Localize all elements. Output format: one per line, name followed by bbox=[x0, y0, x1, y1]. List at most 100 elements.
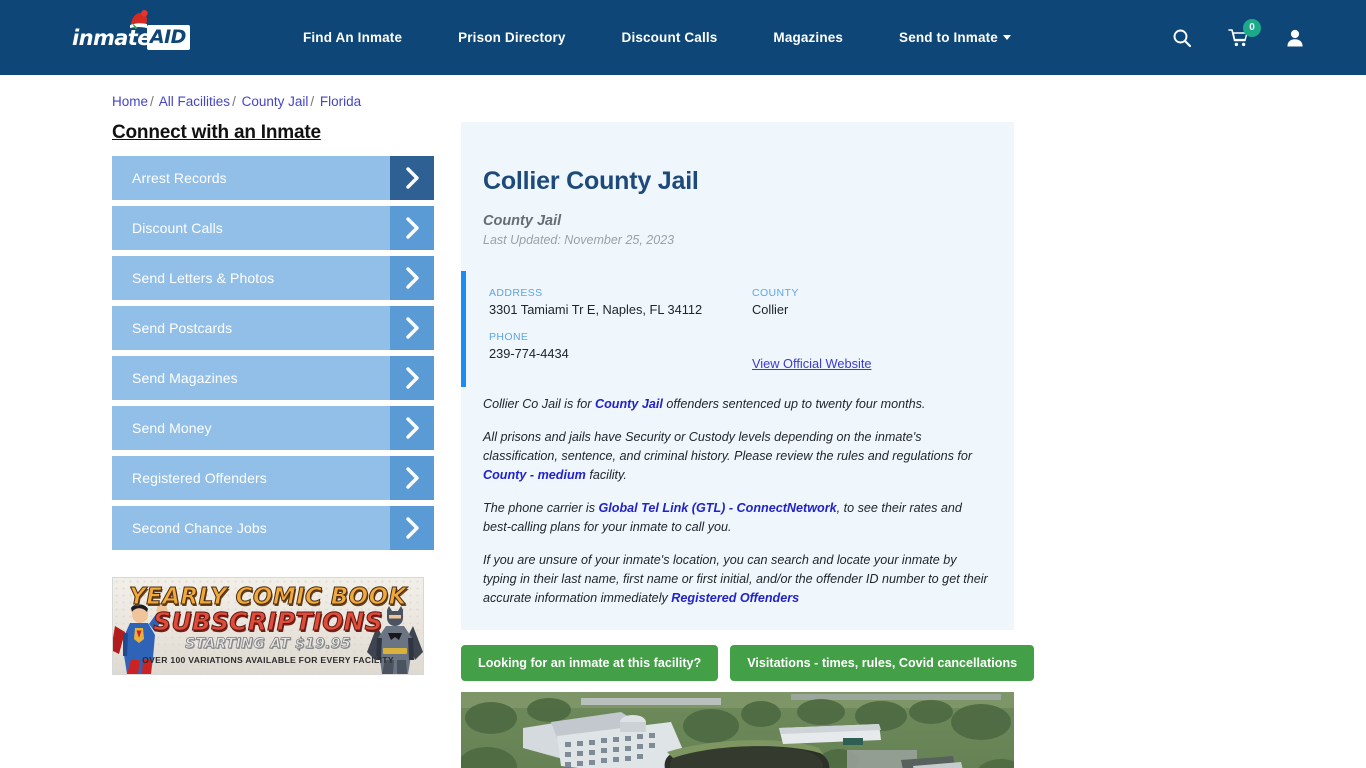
sidebar-arrow-box bbox=[390, 156, 434, 200]
logo-text-aid: AID bbox=[146, 25, 190, 50]
aerial-photo-illustration bbox=[461, 691, 1014, 768]
sidebar-item-second-chance-jobs[interactable]: Second Chance Jobs bbox=[112, 506, 434, 550]
nav-label: Send to Inmate bbox=[899, 30, 998, 45]
nav-item-magazines[interactable]: Magazines bbox=[745, 30, 871, 45]
ad-price-line: STARTING AT $19.95 bbox=[185, 636, 351, 652]
search-icon bbox=[1173, 29, 1192, 47]
sidebar-arrow-box bbox=[390, 506, 434, 550]
sidebar-item-discount-calls[interactable]: Discount Calls bbox=[112, 206, 434, 250]
ad-headline-line2: SUBSCRIPTIONS bbox=[153, 607, 384, 636]
main-content: Collier County Jail County Jail Last Upd… bbox=[461, 122, 1035, 768]
description-paragraph-2: All prisons and jails have Security or C… bbox=[483, 428, 992, 485]
nav-label: Prison Directory bbox=[458, 30, 566, 45]
sidebar-item-label: Arrest Records bbox=[132, 170, 227, 186]
primary-navigation: Find An Inmate Prison Directory Discount… bbox=[275, 30, 1039, 45]
sidebar-arrow-box bbox=[390, 406, 434, 450]
breadcrumb: Home / All Facilities / County Jail / Flori… bbox=[112, 85, 1366, 109]
sidebar-arrow-box bbox=[390, 206, 434, 250]
county-value: Collier bbox=[752, 301, 789, 317]
facility-info-card: Collier County Jail County Jail Last Upd… bbox=[461, 122, 1014, 630]
sidebar-item-send-money[interactable]: Send Money bbox=[112, 406, 434, 450]
desc-text: Collier Co Jail is for bbox=[483, 396, 595, 411]
search-button[interactable] bbox=[1172, 28, 1192, 48]
breadcrumb-item-home[interactable]: Home bbox=[112, 94, 148, 109]
sidebar-item-label: Send Magazines bbox=[132, 370, 238, 386]
header-icon-group: 0 bbox=[1172, 0, 1304, 75]
sidebar-item-label: Registered Offenders bbox=[132, 470, 267, 486]
desc-text: The phone carrier is bbox=[483, 500, 599, 515]
account-button[interactable] bbox=[1286, 28, 1304, 48]
cart-button[interactable]: 0 bbox=[1228, 18, 1261, 48]
facility-card-header: Collier County Jail County Jail Last Upd… bbox=[461, 167, 1014, 247]
chevron-right-icon bbox=[405, 367, 419, 389]
desc-text: offenders sentenced up to twenty four mo… bbox=[662, 396, 926, 411]
description-paragraph-3: The phone carrier is Global Tel Link (GT… bbox=[483, 499, 992, 537]
chevron-right-icon bbox=[405, 417, 419, 439]
sidebar-item-arrest-records[interactable]: Arrest Records bbox=[112, 156, 434, 200]
facility-contact-block: ADDRESS 3301 Tamiami Tr E, Naples, FL 34… bbox=[461, 270, 1014, 387]
sidebar-item-send-letters-photos[interactable]: Send Letters & Photos bbox=[112, 256, 434, 300]
sidebar-arrow-box bbox=[390, 256, 434, 300]
site-logo[interactable]: inmate AID bbox=[72, 9, 197, 59]
nav-item-discount-calls[interactable]: Discount Calls bbox=[594, 30, 746, 45]
ad-subtext-line: OVER 100 VARIATIONS AVAILABLE FOR EVERY … bbox=[142, 655, 394, 665]
comic-subscription-ad-banner[interactable]: YEARLY COMIC BOOK SUBSCRIPTIONS STARTING… bbox=[112, 577, 424, 675]
breadcrumb-separator: / bbox=[310, 94, 315, 109]
desc-text: All prisons and jails have Security or C… bbox=[483, 429, 973, 463]
phone-label: PHONE bbox=[489, 330, 529, 343]
description-paragraph-4: If you are unsure of your inmate's locat… bbox=[483, 551, 992, 608]
nav-label: Discount Calls bbox=[621, 30, 718, 45]
sidebar-item-label: Discount Calls bbox=[132, 220, 223, 236]
desc-link-county-medium[interactable]: County - medium bbox=[483, 468, 586, 482]
address-value: 3301 Tamiami Tr E, Naples, FL 34112 bbox=[489, 301, 703, 317]
user-account-icon bbox=[1287, 29, 1303, 46]
cart-count-badge: 0 bbox=[1243, 18, 1261, 37]
chevron-right-icon bbox=[405, 267, 419, 289]
facility-aerial-photo bbox=[461, 691, 1014, 768]
page-title: Collier County Jail bbox=[483, 166, 699, 195]
chevron-right-icon bbox=[405, 467, 419, 489]
sidebar-item-send-magazines[interactable]: Send Magazines bbox=[112, 356, 434, 400]
sidebar-arrow-box bbox=[390, 356, 434, 400]
breadcrumb-item-florida[interactable]: Florida bbox=[320, 94, 361, 109]
chevron-right-icon bbox=[405, 167, 419, 189]
nav-item-send-to-inmate[interactable]: Send to Inmate bbox=[871, 30, 1039, 45]
contact-column-right: COUNTY Collier View Official Website bbox=[729, 287, 992, 373]
breadcrumb-separator: / bbox=[150, 94, 154, 109]
facility-description: Collier Co Jail is for County Jail offen… bbox=[461, 387, 1014, 630]
ad-headline-line1: YEARLY COMIC BOOK bbox=[129, 584, 407, 610]
phone-value: 239-774-4434 bbox=[489, 345, 569, 361]
sidebar-arrow-box bbox=[390, 456, 434, 500]
nav-label: Magazines bbox=[773, 30, 844, 45]
desc-link-registered-offenders[interactable]: Registered Offenders bbox=[671, 591, 799, 605]
nav-label: Find An Inmate bbox=[303, 30, 403, 45]
facility-action-buttons: Looking for an inmate at this facility? … bbox=[461, 644, 1035, 681]
desc-link-county-jail[interactable]: County Jail bbox=[595, 397, 663, 411]
address-label: ADDRESS bbox=[489, 286, 543, 299]
desc-link-phone-carrier[interactable]: Global Tel Link (GTL) - ConnectNetwork bbox=[599, 501, 837, 515]
county-label: COUNTY bbox=[752, 286, 799, 299]
nav-item-find-an-inmate[interactable]: Find An Inmate bbox=[275, 30, 430, 45]
breadcrumb-separator: / bbox=[232, 94, 236, 109]
contact-column-left: ADDRESS 3301 Tamiami Tr E, Naples, FL 34… bbox=[489, 287, 729, 373]
sidebar-item-send-postcards[interactable]: Send Postcards bbox=[112, 306, 434, 350]
visitations-button[interactable]: Visitations - times, rules, Covid cancel… bbox=[730, 644, 1035, 681]
inmate-search-button[interactable]: Looking for an inmate at this facility? bbox=[461, 644, 719, 681]
breadcrumb-item-all-facilities[interactable]: All Facilities bbox=[159, 94, 230, 109]
nav-item-prison-directory[interactable]: Prison Directory bbox=[430, 30, 593, 45]
last-updated-text: Last Updated: November 25, 2023 bbox=[483, 232, 675, 247]
desc-text: facility. bbox=[585, 467, 627, 482]
sidebar-item-label: Second Chance Jobs bbox=[132, 520, 267, 536]
view-official-website-link[interactable]: View Official Website bbox=[752, 356, 872, 371]
chevron-right-icon bbox=[405, 317, 419, 339]
chevron-right-icon bbox=[405, 517, 419, 539]
chevron-down-icon bbox=[1002, 34, 1011, 40]
sidebar-item-registered-offenders[interactable]: Registered Offenders bbox=[112, 456, 434, 500]
facility-type: County Jail bbox=[483, 212, 562, 229]
sidebar-arrow-box bbox=[390, 306, 434, 350]
site-header: inmate AID Find An Inmate Prison Directo… bbox=[0, 0, 1366, 75]
sidebar-item-label: Send Postcards bbox=[132, 320, 233, 336]
chevron-right-icon bbox=[405, 217, 419, 239]
logo-text-inmate: inmate bbox=[72, 25, 151, 50]
breadcrumb-item-county-jail[interactable]: County Jail bbox=[242, 94, 309, 109]
